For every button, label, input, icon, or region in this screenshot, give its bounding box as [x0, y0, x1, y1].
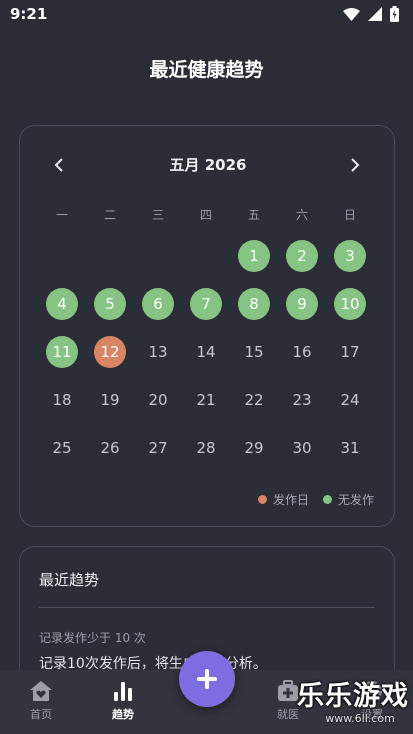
calendar-legend: 发作日 无发作: [257, 491, 374, 508]
calendar-day[interactable]: 18: [46, 384, 78, 416]
calendar-day[interactable]: 6: [142, 288, 174, 320]
calendar-day[interactable]: 4: [46, 288, 78, 320]
attack-dot-icon: [257, 495, 267, 504]
calendar-day[interactable]: 21: [190, 384, 222, 416]
calendar-day[interactable]: 1: [238, 240, 270, 272]
chevron-left-icon: [54, 158, 63, 172]
trend-divider: [39, 607, 375, 608]
calendar-day[interactable]: 19: [94, 384, 126, 416]
nav-label-home: 首页: [30, 708, 52, 721]
calendar-day[interactable]: 26: [94, 432, 126, 464]
calendar-day[interactable]: 23: [286, 384, 318, 416]
prev-month-button[interactable]: [44, 150, 74, 180]
legend-attack: 发作日: [257, 491, 309, 508]
legend-attack-label: 发作日: [272, 493, 309, 507]
calendar-day[interactable]: 7: [190, 288, 222, 320]
legend-no-attack-label: 无发作: [337, 493, 374, 507]
calendar-day[interactable]: 20: [142, 384, 174, 416]
calendar-day[interactable]: 2: [286, 240, 318, 272]
calendar-day[interactable]: 30: [286, 432, 318, 464]
nav-label-settings: 设置: [361, 708, 383, 721]
weekday-label: 日: [343, 208, 356, 222]
calendar-header: 五月 2026: [20, 150, 396, 180]
weekday-label: 二: [103, 208, 116, 222]
calendar-day[interactable]: 16: [286, 336, 318, 368]
medical-kit-icon: [278, 680, 298, 701]
nav-label-medical: 就医: [277, 708, 299, 721]
status-bar: 9:21: [0, 0, 413, 28]
no-attack-dot-icon: [322, 495, 332, 504]
calendar-day[interactable]: 14: [190, 336, 222, 368]
nav-label-trend: 趋势: [112, 708, 134, 721]
chevron-right-icon: [351, 158, 360, 172]
legend-no-attack: 无发作: [322, 491, 374, 508]
calendar-day[interactable]: 12: [94, 336, 126, 368]
calendar-day[interactable]: 31: [334, 432, 366, 464]
calendar-day[interactable]: 29: [238, 432, 270, 464]
add-record-button[interactable]: [179, 651, 235, 707]
calendar-day[interactable]: 25: [46, 432, 78, 464]
status-icons: [343, 6, 399, 22]
calendar-day[interactable]: 13: [142, 336, 174, 368]
weekday-label: 六: [295, 208, 308, 222]
settings-icon: [362, 681, 382, 701]
calendar-day[interactable]: 11: [46, 336, 78, 368]
wifi-icon: [343, 7, 360, 21]
battery-icon: [390, 6, 399, 22]
calendar-day[interactable]: 17: [334, 336, 366, 368]
bar-chart-icon: [114, 682, 132, 701]
weekday-label: 一: [55, 208, 68, 222]
trend-subtitle: 记录发作少于 10 次: [39, 631, 146, 645]
calendar-day[interactable]: 9: [286, 288, 318, 320]
calendar-day[interactable]: 15: [238, 336, 270, 368]
weekday-label: 四: [199, 208, 212, 222]
calendar-card: 五月 2026 一二三四五六日 1 2 3 4 5 6 7 8 9 10 11 12 13 14 15 16 1…: [19, 125, 395, 527]
calendar-day[interactable]: 8: [238, 288, 270, 320]
trend-title: 最近趋势: [39, 571, 100, 589]
weekday-label: 三: [151, 208, 164, 222]
status-time: 9:21: [10, 5, 48, 23]
calendar-day[interactable]: 10: [334, 288, 366, 320]
page-title: 最近健康趋势: [149, 59, 264, 81]
calendar-day[interactable]: 5: [94, 288, 126, 320]
plus-icon: [197, 669, 217, 689]
calendar-day[interactable]: 27: [142, 432, 174, 464]
signal-icon: [368, 7, 382, 21]
calendar-day[interactable]: 3: [334, 240, 366, 272]
calendar-day[interactable]: 22: [238, 384, 270, 416]
next-month-button[interactable]: [340, 150, 370, 180]
weekday-label: 五: [247, 208, 260, 222]
nav-item-medical[interactable]: 就医: [253, 680, 323, 722]
nav-item-trend[interactable]: 趋势: [88, 680, 158, 722]
nav-item-settings[interactable]: 设置: [337, 680, 407, 722]
calendar-day[interactable]: 24: [334, 384, 366, 416]
nav-item-home[interactable]: 首页: [6, 680, 76, 722]
calendar-day[interactable]: 28: [190, 432, 222, 464]
home-heart-icon: [30, 681, 52, 701]
